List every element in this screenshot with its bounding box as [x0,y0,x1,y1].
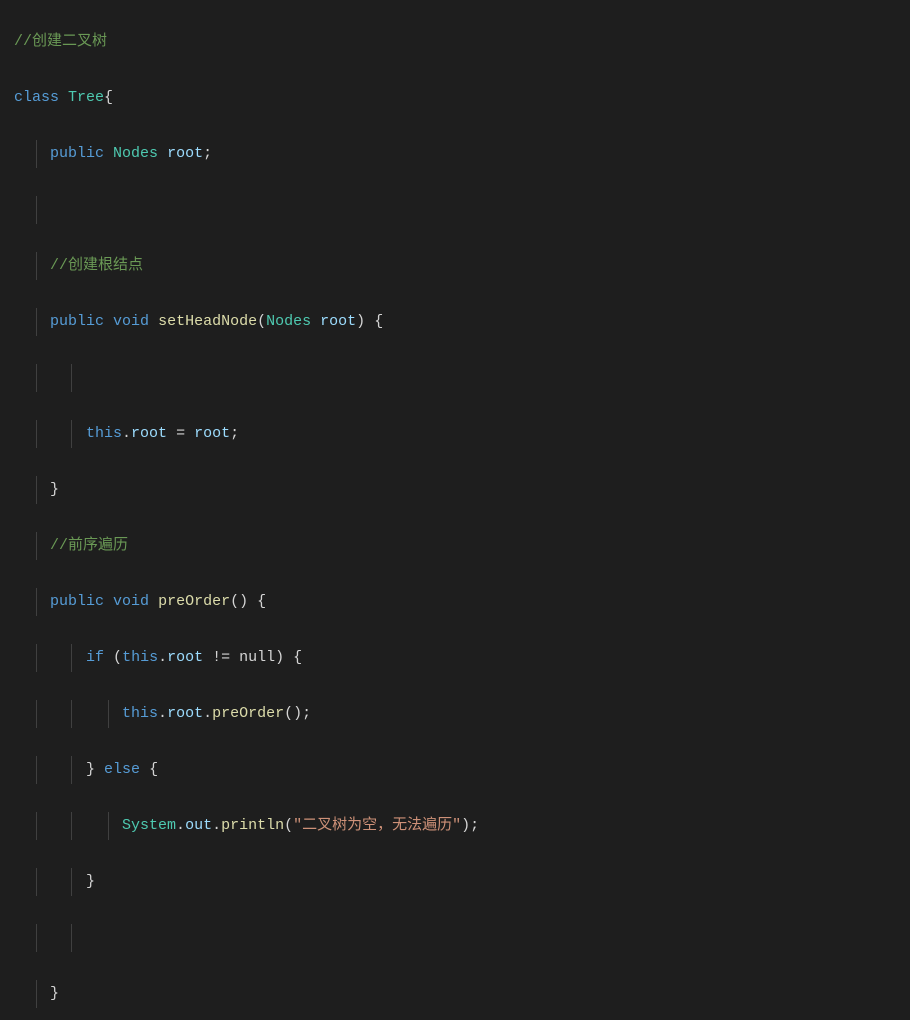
keyword-if: if [86,649,104,666]
brace: } [86,873,95,890]
variable: root [167,145,203,162]
comment: //创建根结点 [50,257,143,274]
code-line [14,924,910,952]
brace: } [50,481,59,498]
type-name: Nodes [113,145,158,162]
type-name: Nodes [266,313,311,330]
code-line: } [14,980,910,1008]
property: root [131,425,167,442]
code-line: //创建根结点 [14,252,910,280]
parameter: root [320,313,356,330]
code-line: System.out.println("二叉树为空，无法遍历"); [14,812,910,840]
variable: root [194,425,230,442]
keyword-void: void [113,593,149,610]
type-name: Tree [68,89,104,106]
keyword-public: public [50,593,104,610]
code-line: public Nodes root; [14,140,910,168]
keyword-this: this [122,705,158,722]
code-line: //创建二叉树 [14,28,910,56]
code-line [14,364,910,392]
brace: { [104,89,113,106]
type-name: System [122,817,176,834]
keyword-else: else [104,761,140,778]
property: root [167,649,203,666]
code-line: } else { [14,756,910,784]
code-editor[interactable]: //创建二叉树 class Tree{ public Nodes root; /… [0,0,910,1020]
keyword-public: public [50,313,104,330]
comment: //前序遍历 [50,537,128,554]
code-line: this.root.preOrder(); [14,700,910,728]
code-line: public void setHeadNode(Nodes root) { [14,308,910,336]
code-line: } [14,868,910,896]
function-name: setHeadNode [158,313,257,330]
code-line: //前序遍历 [14,532,910,560]
property: root [167,705,203,722]
keyword-void: void [113,313,149,330]
code-line [14,196,910,224]
code-line: public void preOrder() { [14,588,910,616]
string-literal: "二叉树为空，无法遍历" [293,817,461,834]
method-call: println [221,817,284,834]
code-line: this.root = root; [14,420,910,448]
comment: //创建二叉树 [14,33,107,50]
keyword-public: public [50,145,104,162]
property: out [185,817,212,834]
method-call: preOrder [212,705,284,722]
function-name: preOrder [158,593,230,610]
keyword-this: this [86,425,122,442]
keyword-this: this [122,649,158,666]
keyword-class: class [14,89,59,106]
brace: } [50,985,59,1002]
code-line: class Tree{ [14,84,910,112]
code-line: if (this.root != null) { [14,644,910,672]
code-line: } [14,476,910,504]
